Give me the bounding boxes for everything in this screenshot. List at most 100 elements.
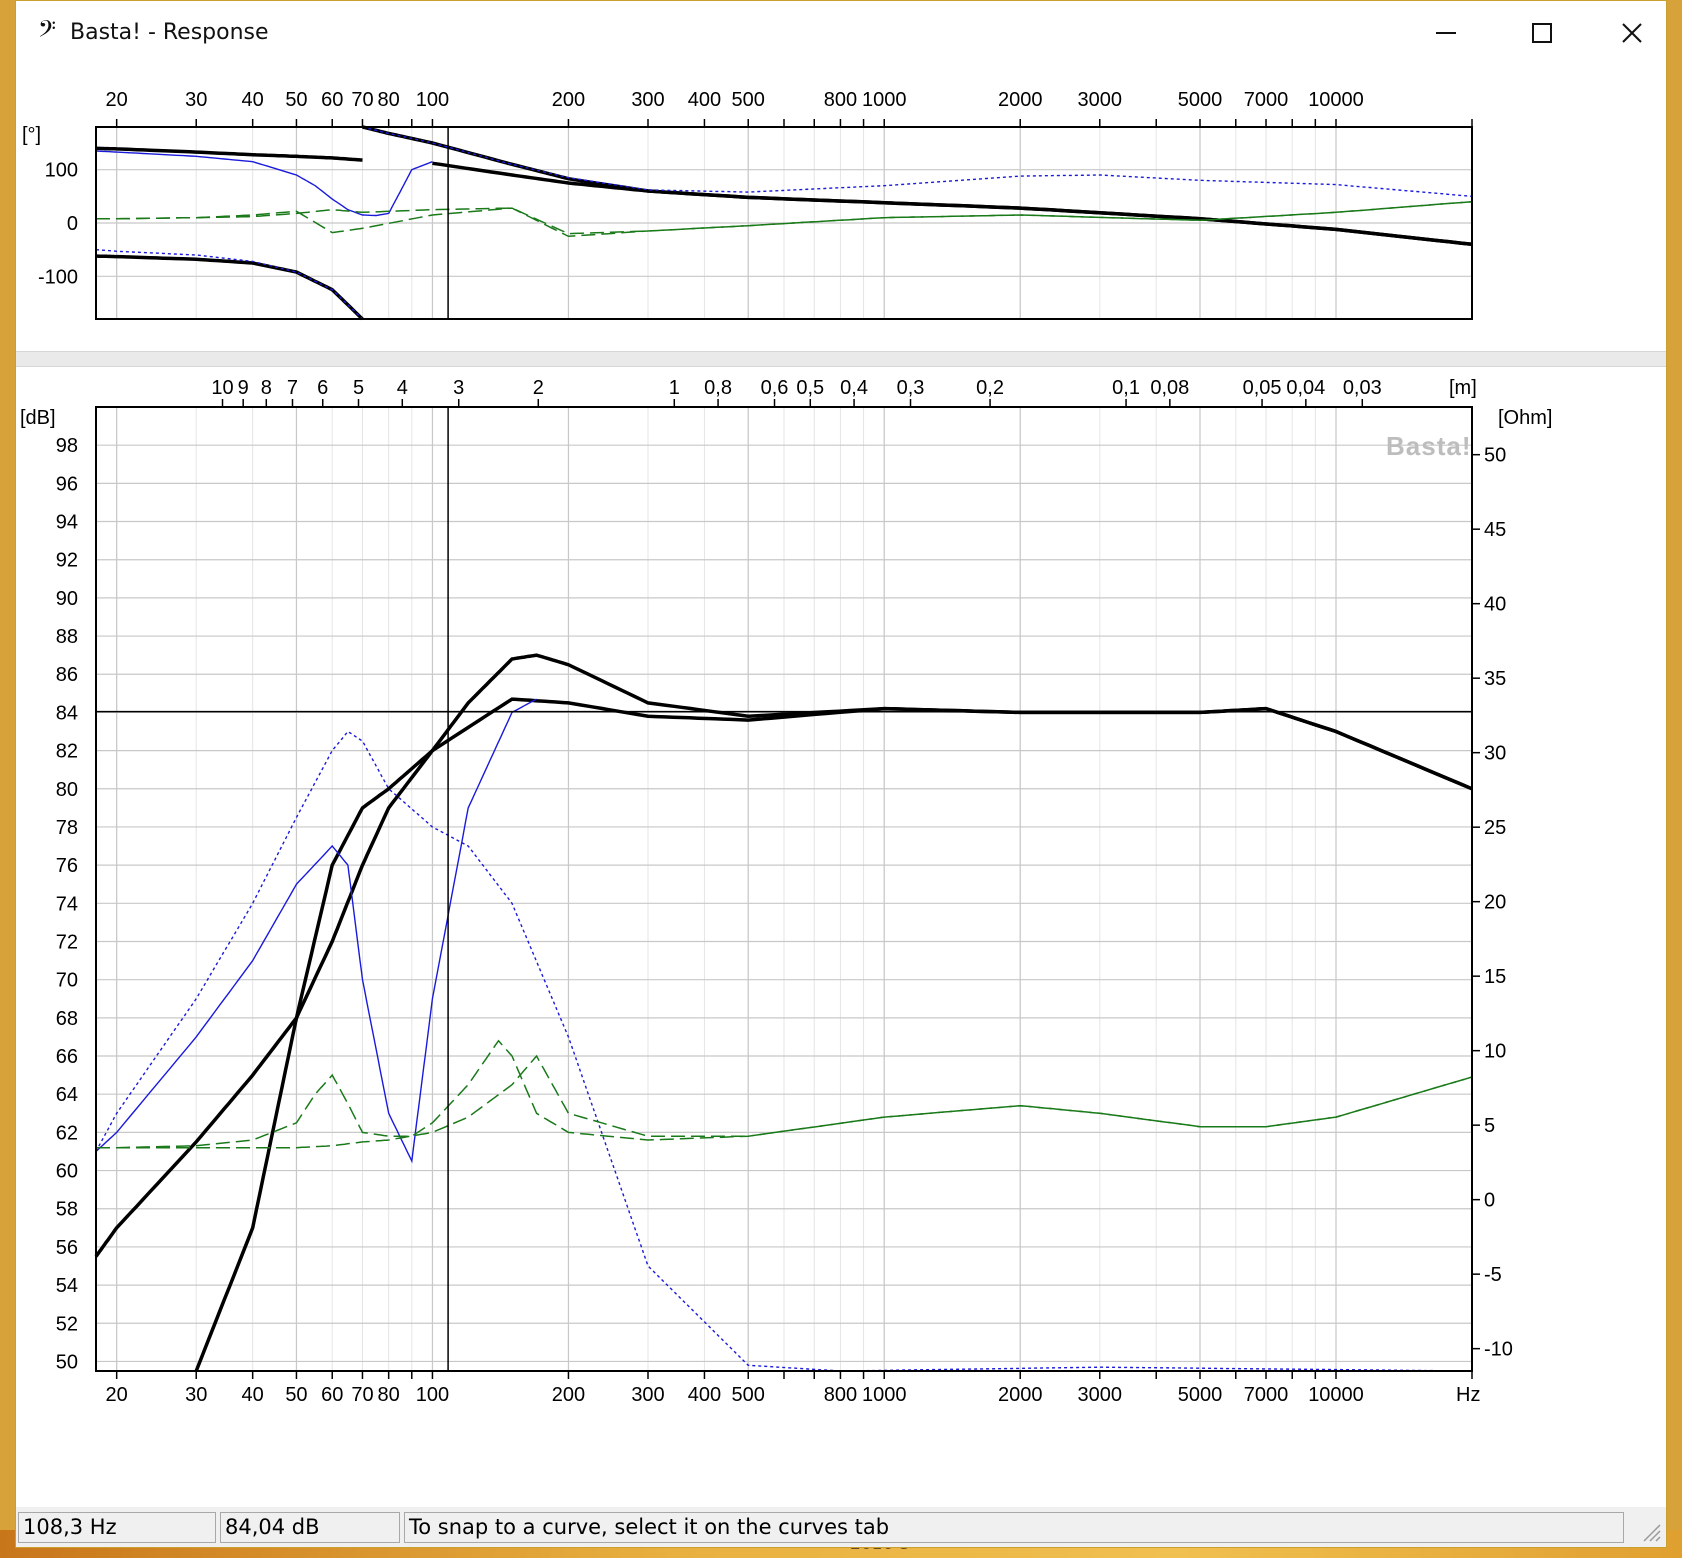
response-freq-tick-label: 300 [631,1384,664,1406]
db-tick-label: 74 [56,893,78,915]
maximize-icon [1532,23,1552,43]
wavelength-tick-label: 0,5 [796,377,824,399]
ohm-tick-label: 10 [1484,1041,1506,1063]
status-message: To snap to a curve, select it on the cur… [404,1512,1624,1543]
title-bar[interactable]: 𝄢 Basta! - Response [16,1,1666,65]
phase-freq-tick-label: 60 [321,89,343,111]
ohm-tick-label: 0 [1484,1190,1495,1212]
db-tick-label: 72 [56,931,78,953]
phase-freq-tick-label: 5000 [1178,89,1223,111]
wavelength-tick-label: 0,03 [1343,377,1382,399]
response-freq-tick-label: 10000 [1308,1384,1364,1406]
wavelength-tick-label: 9 [238,377,249,399]
wavelength-tick-label: 7 [287,377,298,399]
wavelength-tick-label: 5 [353,377,364,399]
wavelength-tick-label: 0,4 [840,377,868,399]
response-freq-tick-label: 20 [106,1384,128,1406]
bass-clef-icon: 𝄢 [38,15,57,48]
phase-y-tick-label: 0 [67,213,78,235]
db-tick-label: 96 [56,473,78,495]
phase-curve-6-blue-dotted[interactable] [362,126,1473,197]
db-tick-label: 60 [56,1161,78,1183]
status-bar: 108,3 Hz 84,04 dB To snap to a curve, se… [16,1509,1666,1547]
db-tick-label: 56 [56,1237,78,1259]
response-freq-tick-label: 1000 [862,1384,907,1406]
hz-unit-label: Hz [1456,1384,1480,1406]
phase-freq-tick-label: 100 [416,89,449,111]
phase-y-axis-label: [°] [22,124,41,146]
wavelength-tick-label: 3 [453,377,464,399]
status-level: 84,04 dB [220,1512,400,1543]
ohm-tick-label: 20 [1484,892,1506,914]
response-freq-tick-label: 30 [185,1384,207,1406]
db-tick-label: 58 [56,1199,78,1221]
db-tick-label: 84 [56,702,78,724]
ohm-tick-label: -5 [1484,1264,1502,1286]
maximize-button[interactable] [1512,13,1572,53]
ohm-tick-label: 45 [1484,519,1506,541]
db-tick-label: 90 [56,588,78,610]
db-tick-label: 50 [56,1351,78,1373]
wavelength-tick-label: 0,2 [976,377,1004,399]
minimize-button[interactable] [1416,13,1476,53]
response-curve-2-black-thick[interactable] [194,697,1473,1372]
phase-freq-tick-label: 30 [185,89,207,111]
response-chart[interactable]: 10 9 8 7 6 5 4 3 2 1 0,8 0,6 0,5 0,4 0,3 0,2 0,1 0,08 0,05… [16,367,1666,1507]
db-tick-label: 68 [56,1008,78,1030]
response-freq-tick-label: 80 [378,1384,400,1406]
phase-curve-2-black-thick[interactable] [95,146,363,162]
phase-freq-tick-label: 800 [824,89,857,111]
wavelength-tick-label: 10 [211,377,233,399]
minimize-icon [1436,32,1456,34]
resize-grip-icon[interactable] [1640,1521,1662,1543]
ohm-tick-label: 50 [1484,445,1506,467]
response-freq-tick-label: 70 [351,1384,373,1406]
window-title: Basta! - Response [70,20,269,45]
db-tick-label: 98 [56,435,78,457]
db-tick-label: 88 [56,626,78,648]
ohm-axis-label: [Ohm] [1498,407,1552,429]
close-icon [1622,23,1642,43]
response-freq-tick-label: 2000 [998,1384,1043,1406]
wavelength-tick-label: 0,05 [1243,377,1282,399]
db-tick-label: 78 [56,817,78,839]
response-freq-tick-label: 500 [732,1384,765,1406]
response-freq-tick-label: 100 [416,1384,449,1406]
wavelength-tick-label: 0,6 [761,377,789,399]
phase-chart[interactable]: 20 30 40 50 60 70 80 100 200 300 400 500 800 1000 2000… [16,65,1666,351]
db-axis-label: [dB] [20,407,56,429]
phase-curve-4-black-thick[interactable] [96,254,364,321]
wavelength-tick-label: 0,3 [897,377,925,399]
phase-curve-3-black-thick[interactable] [432,161,1473,247]
wavelength-tick-label: 0,04 [1286,377,1325,399]
db-tick-label: 86 [56,664,78,686]
phase-panel: 20 30 40 50 60 70 80 100 200 300 400 500 800 1000 2000… [16,65,1666,351]
wavelength-unit-label: [m] [1449,377,1477,399]
db-tick-label: 52 [56,1313,78,1335]
ohm-tick-label: 40 [1484,594,1506,616]
response-freq-tick-label: 400 [688,1384,721,1406]
db-tick-label: 76 [56,855,78,877]
response-freq-tick-label: 5000 [1178,1384,1223,1406]
close-button[interactable] [1602,13,1662,53]
response-freq-tick-label: 60 [321,1384,343,1406]
wavelength-tick-label: 0,8 [704,377,732,399]
wavelength-tick-label: 1 [669,377,680,399]
response-panel: 10 9 8 7 6 5 4 3 2 1 0,8 0,6 0,5 0,4 0,3 0,2 0,1 0,08 0,05… [16,367,1666,1507]
phase-freq-tick-label: 80 [378,89,400,111]
phase-y-tick-label: 100 [45,160,78,182]
phase-curve-5-blue-solid[interactable] [95,150,433,217]
panel-splitter[interactable] [16,351,1666,367]
phase-freq-tick-label: 3000 [1078,89,1123,111]
status-frequency: 108,3 Hz [18,1512,216,1543]
response-window[interactable]: 𝄢 Basta! - Response 20 30 40 50 60 70 80 100 200… [15,0,1667,1548]
response-freq-tick-label: 50 [285,1384,307,1406]
phase-freq-tick-label: 200 [552,89,585,111]
db-tick-label: 64 [56,1084,78,1106]
ohm-tick-label: 5 [1484,1115,1495,1137]
ohm-tick-label: 35 [1484,668,1506,690]
ohm-tick-label: -10 [1484,1339,1513,1361]
phase-freq-tick-label: 10000 [1308,89,1364,111]
phase-freq-tick-label: 20 [106,89,128,111]
phase-freq-tick-label: 50 [285,89,307,111]
